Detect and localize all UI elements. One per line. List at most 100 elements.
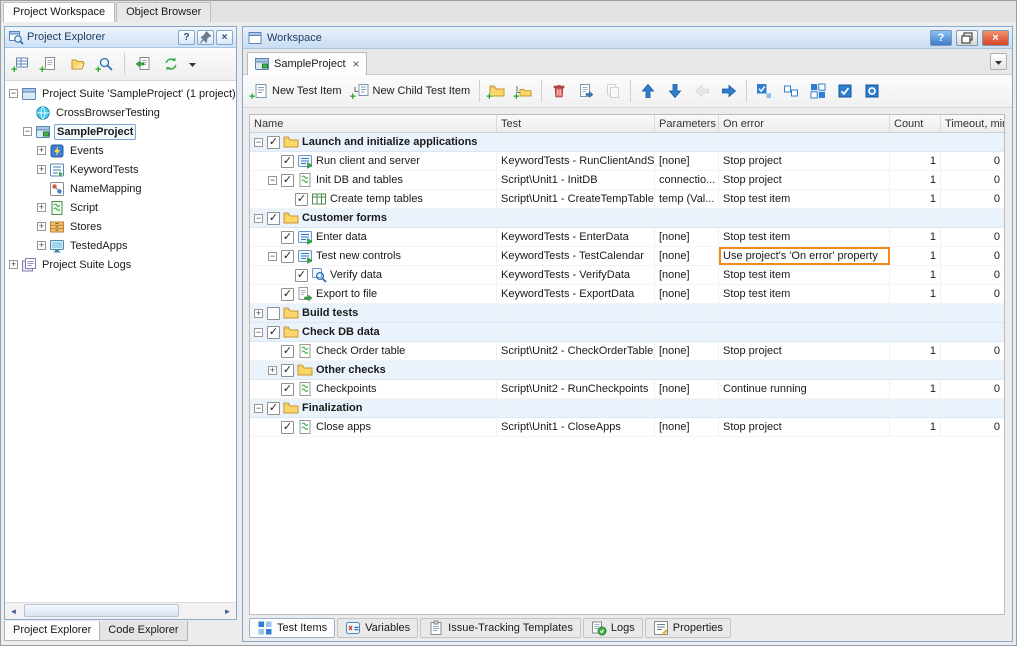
row-checkbox[interactable] [281, 250, 294, 263]
toolbar-dropdown-button[interactable] [186, 51, 198, 77]
copy-items-button[interactable] [600, 78, 626, 104]
import-project-button[interactable] [130, 51, 156, 77]
group-row-other-checks[interactable]: +Other checks [250, 361, 1004, 380]
workspace-tab-properties[interactable]: Properties [645, 618, 731, 638]
column-header-name[interactable]: Name [250, 115, 497, 132]
row-checkbox[interactable] [281, 288, 294, 301]
group-row-finalization[interactable]: −Finalization [250, 399, 1004, 418]
new-child-group-button[interactable]: + [511, 78, 537, 104]
main-tab-object-browser[interactable]: Object Browser [116, 2, 211, 22]
test-item-row-init-db-and-tables[interactable]: −Init DB and tablesScript\Unit1 - InitDB… [250, 171, 1004, 190]
group-row-launch-and-initialize-applications[interactable]: −Launch and initialize applications [250, 133, 1004, 152]
find-button[interactable]: + [93, 51, 119, 77]
export-items-button[interactable] [573, 78, 599, 104]
disable-selected-item-button[interactable] [859, 78, 885, 104]
move-right-button[interactable] [716, 78, 742, 104]
row-checkbox[interactable] [267, 307, 280, 320]
row-checkbox[interactable] [281, 345, 294, 358]
workspace-tab-test-items[interactable]: Test Items [249, 618, 335, 638]
row-checkbox[interactable] [295, 269, 308, 282]
workspace-close-button[interactable]: × [982, 30, 1009, 46]
row-checkbox[interactable] [267, 212, 280, 225]
tree-item-namemapping[interactable]: NameMapping [5, 179, 236, 198]
scroll-right-button[interactable]: ► [219, 603, 236, 619]
collapse-icon[interactable]: − [268, 176, 277, 185]
tree-item-testedapps[interactable]: +TestedApps [5, 236, 236, 255]
group-row-customer-forms[interactable]: −Customer forms [250, 209, 1004, 228]
column-header-on-error[interactable]: On error [719, 115, 890, 132]
tree-item-keywordtests[interactable]: +KeywordTests [5, 160, 236, 179]
tree-item-sampleproject[interactable]: −SampleProject [5, 122, 236, 141]
explorer-tab-project-explorer[interactable]: Project Explorer [4, 621, 100, 641]
expand-icon[interactable]: + [254, 309, 263, 318]
test-item-row-test-new-controls[interactable]: −Test new controlsKeywordTests - TestCal… [250, 247, 1004, 266]
check-all-items-button[interactable] [751, 78, 777, 104]
group-row-build-tests[interactable]: +Build tests [250, 304, 1004, 323]
workspace-tab-variables[interactable]: Variables [337, 618, 418, 638]
scrollbar-track[interactable] [22, 603, 219, 619]
row-checkbox[interactable] [295, 193, 308, 206]
column-header-test[interactable]: Test [497, 115, 655, 132]
row-checkbox[interactable] [281, 421, 294, 434]
row-checkbox[interactable] [267, 402, 280, 415]
move-up-button[interactable] [635, 78, 661, 104]
tree-item-project-suite-logs[interactable]: +Project Suite Logs [5, 255, 236, 274]
tree-item-events[interactable]: +Events [5, 141, 236, 160]
new-test-item-button[interactable]: +New Test Item [247, 78, 347, 104]
workspace-help-button[interactable]: ? [930, 30, 952, 46]
expand-icon[interactable]: + [37, 203, 46, 212]
row-checkbox[interactable] [281, 231, 294, 244]
expand-icon[interactable]: + [37, 146, 46, 155]
add-project-item-button[interactable]: + [37, 51, 63, 77]
expand-icon[interactable]: + [37, 241, 46, 250]
uncheck-all-items-button[interactable] [778, 78, 804, 104]
expand-icon[interactable]: + [37, 165, 46, 174]
test-item-row-run-client-and-server[interactable]: Run client and serverKeywordTests - RunC… [250, 152, 1004, 171]
row-checkbox[interactable] [267, 136, 280, 149]
workspace-tab-issue-tracking-templates[interactable]: Issue-Tracking Templates [420, 618, 581, 638]
column-header-timeout-min[interactable]: Timeout, min [941, 115, 1004, 132]
help-button[interactable]: ? [178, 30, 195, 45]
tree-item-crossbrowsertesting[interactable]: CrossBrowserTesting [5, 103, 236, 122]
collapse-icon[interactable]: − [9, 89, 18, 98]
test-item-row-create-temp-tables[interactable]: Create temp tablesScript\Unit1 - CreateT… [250, 190, 1004, 209]
test-item-row-verify-data[interactable]: Verify dataKeywordTests - VerifyData[non… [250, 266, 1004, 285]
add-project-suite-button[interactable]: + [9, 51, 35, 77]
scroll-left-button[interactable]: ◄ [5, 603, 22, 619]
collapse-icon[interactable]: − [268, 252, 277, 261]
column-header-count[interactable]: Count [890, 115, 941, 132]
enable-selected-item-button[interactable] [832, 78, 858, 104]
open-project-button[interactable] [65, 51, 91, 77]
explorer-tab-code-explorer[interactable]: Code Explorer [99, 621, 187, 641]
expand-icon[interactable]: + [9, 260, 18, 269]
test-item-row-check-order-table[interactable]: Check Order tableScript\Unit2 - CheckOrd… [250, 342, 1004, 361]
test-item-row-close-apps[interactable]: Close appsScript\Unit1 - CloseApps[none]… [250, 418, 1004, 437]
group-row-check-db-data[interactable]: −Check DB data [250, 323, 1004, 342]
row-checkbox[interactable] [281, 383, 294, 396]
tree-item-project-suite-sampleproject-1-project[interactable]: −Project Suite 'SampleProject' (1 projec… [5, 84, 236, 103]
delete-button[interactable] [546, 78, 572, 104]
new-child-test-item-button[interactable]: +New Child Test Item [348, 78, 476, 104]
expand-icon[interactable]: + [268, 366, 277, 375]
close-panel-button[interactable]: × [216, 30, 233, 45]
new-group-button[interactable]: + [484, 78, 510, 104]
collapse-icon[interactable]: − [254, 138, 263, 147]
tab-list-dropdown-button[interactable] [990, 53, 1007, 70]
document-tab-close-icon[interactable]: × [353, 59, 360, 69]
main-tab-project-workspace[interactable]: Project Workspace [3, 2, 115, 22]
test-item-row-enter-data[interactable]: Enter dataKeywordTests - EnterData[none]… [250, 228, 1004, 247]
collapse-icon[interactable]: − [23, 127, 32, 136]
move-down-button[interactable] [662, 78, 688, 104]
row-checkbox[interactable] [281, 174, 294, 187]
check-selected-items-button[interactable] [805, 78, 831, 104]
workspace-restore-button[interactable] [956, 30, 978, 46]
expand-icon[interactable]: + [37, 222, 46, 231]
move-left-button[interactable] [689, 78, 715, 104]
collapse-icon[interactable]: − [254, 328, 263, 337]
document-tab-sampleproject[interactable]: SampleProject × [247, 52, 367, 75]
pin-button[interactable] [197, 30, 214, 45]
scrollbar-thumb[interactable] [24, 604, 179, 617]
column-header-parameters[interactable]: Parameters [655, 115, 719, 132]
test-item-row-export-to-file[interactable]: Export to fileKeywordTests - ExportData[… [250, 285, 1004, 304]
test-item-row-checkpoints[interactable]: CheckpointsScript\Unit2 - RunCheckpoints… [250, 380, 1004, 399]
